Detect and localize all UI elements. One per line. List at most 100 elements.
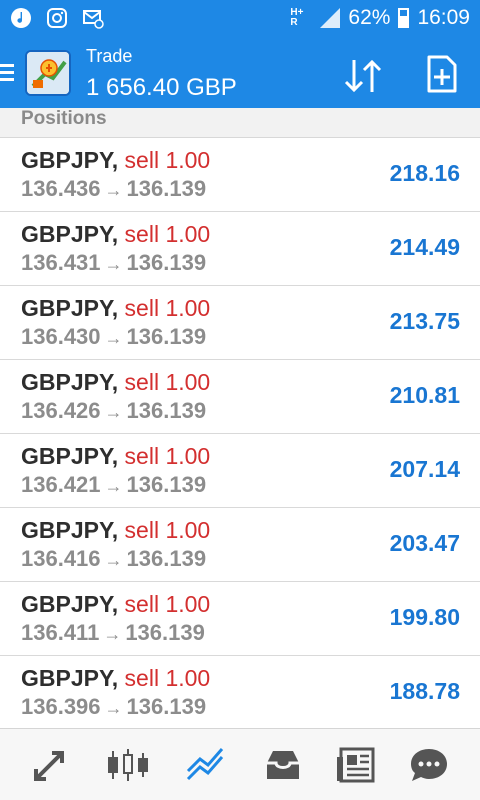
position-row[interactable]: GBPJPY, sell 1.00 136.421 → 136.139 207.14 (0, 434, 480, 508)
position-symbol: GBPJPY, (21, 665, 119, 691)
menu-icon[interactable] (0, 64, 14, 82)
battery-percent: 62% (348, 6, 391, 29)
position-symbol: GBPJPY, (21, 221, 119, 247)
nav-news[interactable] (332, 741, 382, 789)
page-title: Trade (86, 46, 133, 66)
chat-icon (411, 749, 447, 781)
arrow-right-icon: → (104, 550, 123, 570)
current-price: 136.139 (125, 620, 205, 645)
open-price: 136.426 (21, 398, 101, 423)
instagram-icon (46, 7, 68, 29)
position-symbol: GBPJPY, (21, 443, 119, 469)
current-price: 136.139 (126, 546, 207, 571)
position-action: sell 1.00 (124, 591, 211, 617)
position-prices: 136.426 → 136.139 (21, 398, 206, 424)
current-price: 136.139 (126, 472, 207, 497)
email-notification-icon (82, 7, 104, 29)
position-row[interactable]: GBPJPY, sell 1.00 136.416 → 136.139 203.47 (0, 508, 480, 582)
position-action: sell 1.00 (124, 295, 211, 321)
position-title: GBPJPY, sell 1.00 (21, 443, 210, 470)
open-price: 136.396 (21, 694, 101, 719)
position-profit: 207.14 (389, 456, 460, 482)
position-symbol: GBPJPY, (21, 517, 119, 543)
arrow-right-icon: → (103, 624, 122, 644)
position-row[interactable]: GBPJPY, sell 1.00 136.396 → 136.139 188.78 (0, 656, 480, 730)
nav-trade[interactable] (181, 741, 231, 789)
quotes-icon (34, 751, 64, 781)
position-title: GBPJPY, sell 1.00 (21, 517, 210, 544)
chart-icon (108, 749, 148, 781)
status-bar: H+ R 62% 16:09 (0, 0, 480, 36)
position-profit: 213.75 (389, 308, 460, 334)
current-price: 136.139 (126, 324, 207, 349)
history-icon (267, 751, 299, 779)
open-price: 136.416 (21, 546, 101, 571)
clock: 16:09 (417, 6, 470, 29)
position-title: GBPJPY, sell 1.00 (21, 147, 210, 174)
notification-icons (10, 7, 104, 29)
trade-icon (186, 748, 224, 781)
position-row[interactable]: GBPJPY, sell 1.00 136.411 → 136.139 199.80 (0, 582, 480, 656)
news-icon (337, 747, 375, 783)
section-title: Positions (21, 108, 107, 129)
nav-chart[interactable] (103, 741, 153, 789)
sort-icon (344, 59, 382, 93)
new-order-button[interactable] (425, 54, 459, 94)
app-logo (25, 50, 71, 96)
position-title: GBPJPY, sell 1.00 (21, 665, 210, 692)
nav-history[interactable] (258, 741, 308, 789)
position-profit: 218.16 (389, 160, 460, 186)
position-prices: 136.431 → 136.139 (21, 250, 206, 276)
nav-quotes[interactable] (25, 741, 75, 789)
position-prices: 136.421 → 136.139 (21, 472, 206, 498)
signal-icon (320, 8, 341, 28)
current-price: 136.139 (126, 250, 207, 275)
position-action: sell 1.00 (124, 221, 211, 247)
arrow-right-icon: → (104, 698, 123, 718)
arrow-right-icon: → (104, 328, 123, 348)
position-title: GBPJPY, sell 1.00 (21, 591, 210, 618)
current-price: 136.139 (126, 398, 207, 423)
position-symbol: GBPJPY, (21, 369, 119, 395)
position-prices: 136.436 → 136.139 (21, 176, 206, 202)
arrow-right-icon: → (104, 402, 123, 422)
position-symbol: GBPJPY, (21, 295, 119, 321)
position-action: sell 1.00 (124, 665, 211, 691)
open-price: 136.436 (21, 176, 101, 201)
arrow-right-icon: → (104, 254, 123, 274)
position-symbol: GBPJPY, (21, 147, 119, 173)
positions-list: GBPJPY, sell 1.00 136.436 → 136.139 218.16 GB… (0, 138, 480, 730)
new-document-icon (427, 55, 457, 93)
open-price: 136.430 (21, 324, 101, 349)
position-symbol: GBPJPY, (21, 591, 119, 617)
network-type: H+ R (290, 7, 304, 28)
position-profit: 199.80 (389, 604, 460, 630)
position-action: sell 1.00 (124, 443, 211, 469)
position-prices: 136.396 → 136.139 (21, 694, 206, 720)
position-profit: 188.78 (389, 678, 460, 704)
positions-header: Positions (0, 108, 480, 138)
position-title: GBPJPY, sell 1.00 (21, 369, 210, 396)
open-price: 136.411 (21, 620, 100, 645)
position-action: sell 1.00 (124, 517, 211, 543)
position-prices: 136.411 → 136.139 (21, 620, 205, 646)
app-bar: Trade 1 656.40 GBP (0, 36, 480, 108)
music-icon (10, 7, 32, 29)
position-profit: 203.47 (389, 530, 460, 556)
position-row[interactable]: GBPJPY, sell 1.00 136.426 → 136.139 210.81 (0, 360, 480, 434)
position-row[interactable]: GBPJPY, sell 1.00 136.436 → 136.139 218.16 (0, 138, 480, 212)
sort-button[interactable] (340, 56, 386, 96)
position-profit: 214.49 (389, 234, 460, 260)
phone-screen: H+ R 62% 16:09 Trade 1 656.40 GBP Positi… (0, 0, 480, 800)
current-price: 136.139 (126, 694, 207, 719)
position-prices: 136.430 → 136.139 (21, 324, 206, 350)
position-action: sell 1.00 (124, 147, 211, 173)
position-row[interactable]: GBPJPY, sell 1.00 136.431 → 136.139 214.49 (0, 212, 480, 286)
open-price: 136.431 (21, 250, 101, 275)
account-balance: 1 656.40 GBP (86, 74, 237, 101)
system-indicators: H+ R 62% 16:09 (290, 6, 470, 30)
position-title: GBPJPY, sell 1.00 (21, 295, 210, 322)
position-row[interactable]: GBPJPY, sell 1.00 136.430 → 136.139 213.75 (0, 286, 480, 360)
nav-chat[interactable] (404, 741, 454, 789)
arrow-right-icon: → (104, 180, 123, 200)
